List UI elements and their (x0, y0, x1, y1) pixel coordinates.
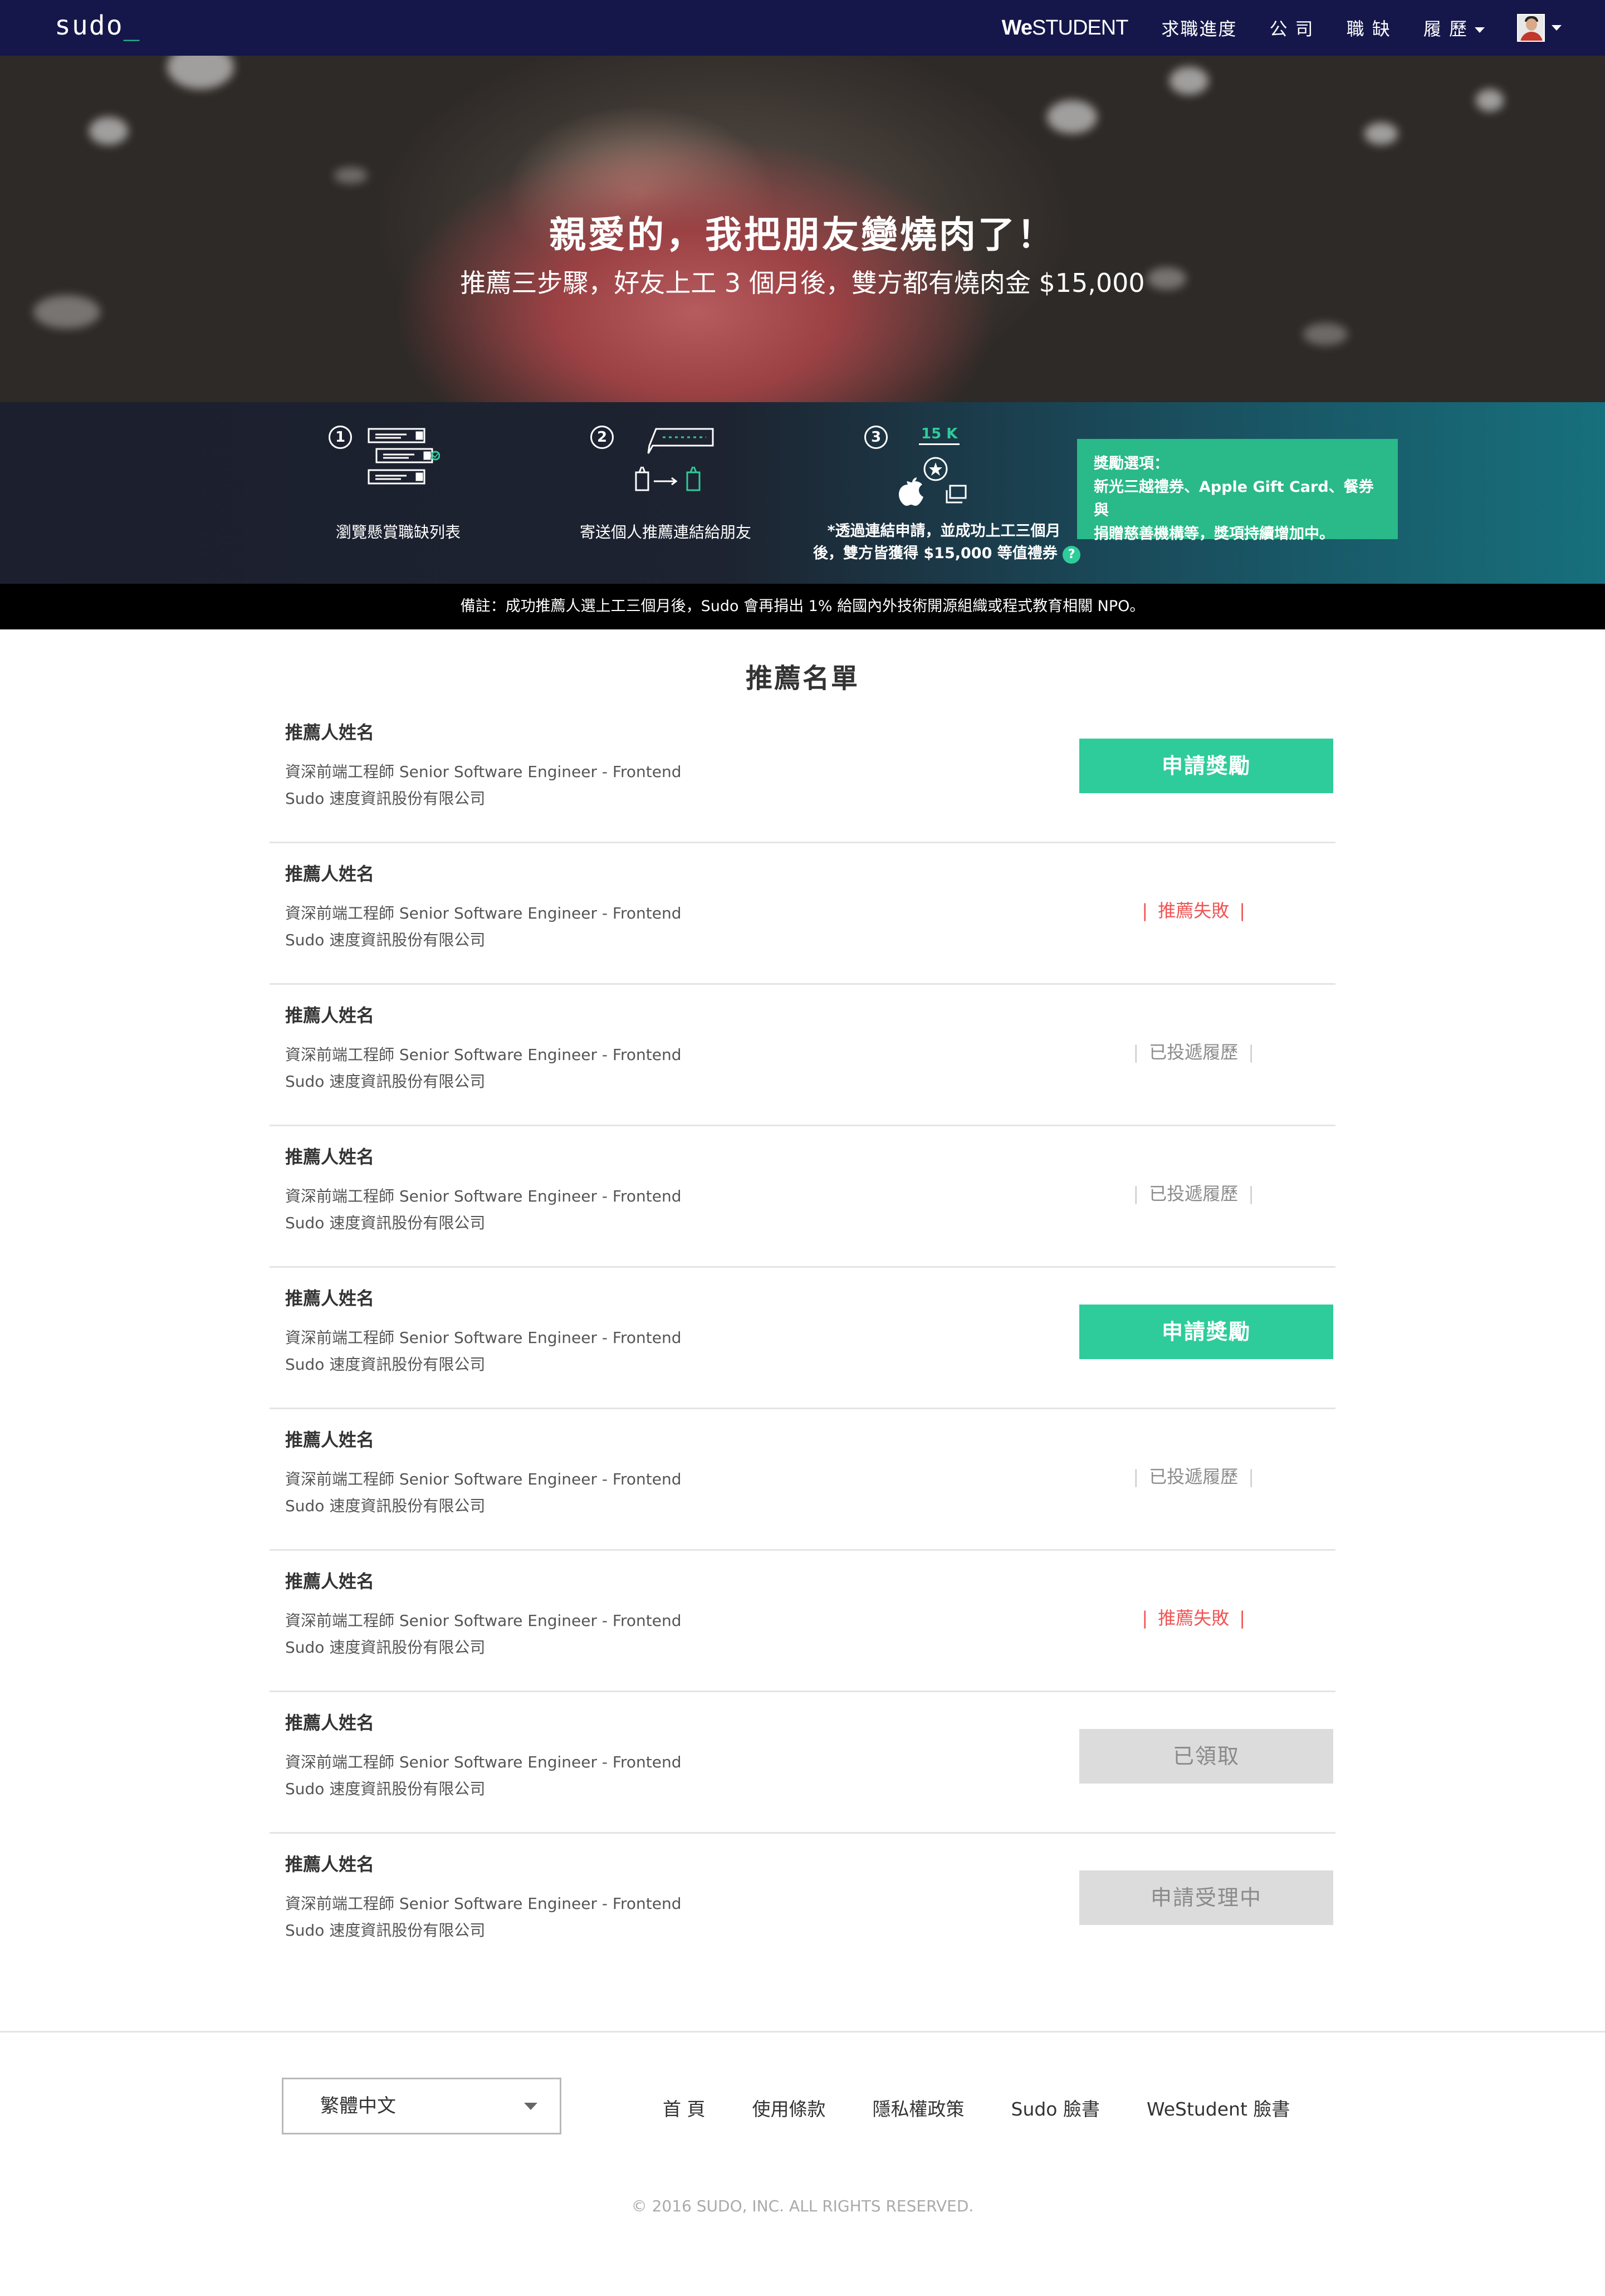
top-navbar: sudo_ WeSTUDENT 求職進度 公 司 職 缺 履 歷 (0, 0, 1605, 56)
list-item: 推薦人姓名 資深前端工程師 Senior Software Engineer -… (270, 1834, 1335, 1975)
share-link-icon (635, 428, 714, 491)
status-badge: | 推薦失敗 | (1142, 1608, 1245, 1629)
steps-band: 1 瀏覽懸賞職缺列表 2 寄送個人推薦連結給朋友 3 15 K *透過連結申請，… (0, 402, 1605, 584)
step-number: 1 (329, 426, 352, 449)
donation-note: 備註：成功推薦人選上工三個月後，Sudo 會再捐出 1% 給國內外技術開源組織或… (0, 584, 1605, 629)
footer-link-sudo-facebook[interactable]: Sudo 臉書 (1011, 2094, 1100, 2121)
job-title: 資深前端工程師 Senior Software Engineer - Front… (285, 1470, 682, 1488)
footer-divider (0, 2031, 1605, 2033)
list-item: 推薦人姓名 資深前端工程師 Senior Software Engineer -… (270, 1268, 1335, 1409)
status-badge: | 已投遞履歷 | (1133, 1466, 1254, 1487)
chevron-down-icon (524, 2103, 537, 2110)
westudent-logo[interactable]: WeSTUDENT (1002, 16, 1129, 40)
job-title: 資深前端工程師 Senior Software Engineer - Front… (285, 1894, 682, 1913)
company-name: Sudo 速度資訊股份有限公司 (285, 1072, 486, 1091)
reward-claimed-button: 已領取 (1079, 1729, 1333, 1784)
referrer-name: 推薦人姓名 (285, 722, 375, 743)
list-item: 推薦人姓名 資深前端工程師 Senior Software Engineer -… (270, 1409, 1335, 1551)
referrer-name: 推薦人姓名 (285, 1146, 375, 1167)
company-name: Sudo 速度資訊股份有限公司 (285, 931, 486, 949)
job-list-icon (368, 428, 440, 485)
avatar (1517, 14, 1545, 42)
step-number: 3 (864, 426, 888, 449)
footer-link-home[interactable]: 首 頁 (663, 2094, 706, 2121)
step-2: 2 寄送個人推薦連結給朋友 (574, 402, 757, 584)
list-item: 推薦人姓名 資深前端工程師 Senior Software Engineer -… (270, 843, 1335, 985)
company-name: Sudo 速度資訊股份有限公司 (285, 1355, 486, 1374)
job-title: 資深前端工程師 Senior Software Engineer - Front… (285, 763, 682, 781)
list-item: 推薦人姓名 資深前端工程師 Senior Software Engineer -… (270, 1692, 1335, 1834)
job-title: 資深前端工程師 Senior Software Engineer - Front… (285, 1046, 682, 1064)
company-name: Sudo 速度資訊股份有限公司 (285, 789, 486, 808)
status-badge: | 已投遞履歷 | (1133, 1042, 1254, 1063)
status-badge: | 推薦失敗 | (1142, 900, 1245, 921)
nav-job-progress[interactable]: 求職進度 (1161, 15, 1237, 41)
list-item: 推薦人姓名 資深前端工程師 Senior Software Engineer -… (270, 985, 1335, 1126)
step-label: 瀏覽懸賞職缺列表 (335, 523, 461, 541)
apply-reward-button[interactable]: 申請獎勵 (1079, 739, 1333, 793)
step-3: 3 15 K *透過連結申請，並成功上工三個月 後，雙方皆獲得 $15,000 … (813, 402, 1081, 584)
referrer-name: 推薦人姓名 (285, 863, 375, 885)
status-badge: | 已投遞履歷 | (1133, 1183, 1254, 1204)
language-select[interactable]: 繁體中文 (282, 2078, 561, 2134)
chevron-down-icon (1552, 25, 1562, 31)
list-item: 推薦人姓名 資深前端工程師 Senior Software Engineer -… (270, 1551, 1335, 1692)
referrer-name: 推薦人姓名 (285, 1288, 375, 1309)
chevron-down-icon (1475, 27, 1485, 33)
step-1: 1 瀏覽懸賞職缺列表 (312, 402, 485, 584)
user-menu[interactable] (1517, 14, 1562, 42)
hero-banner: 親愛的，我把朋友變燒肉了！ 推薦三步驟，好友上工 3 個月後，雙方都有燒肉金 $… (0, 56, 1605, 402)
referrer-name: 推薦人姓名 (285, 1712, 375, 1733)
referrer-name: 推薦人姓名 (285, 1854, 375, 1875)
gift-options-icon (899, 457, 967, 506)
reward-amount-badge: 15 K (919, 426, 960, 445)
footer-links: 首 頁 使用條款 隱私權政策 Sudo 臉書 WeStudent 臉書 (663, 2094, 1337, 2121)
copyright: © 2016 SUDO, INC. ALL RIGHTS RESERVED. (631, 2197, 974, 2215)
list-item: 推薦人姓名 資深前端工程師 Senior Software Engineer -… (270, 1126, 1335, 1268)
nav-jobs[interactable]: 職 缺 (1347, 15, 1391, 41)
nav-company[interactable]: 公 司 (1269, 15, 1314, 41)
company-name: Sudo 速度資訊股份有限公司 (285, 1638, 486, 1657)
company-name: Sudo 速度資訊股份有限公司 (285, 1921, 486, 1940)
step-number: 2 (590, 426, 614, 449)
hero-title: 親愛的，我把朋友變燒肉了！ (549, 213, 1056, 256)
job-title: 資深前端工程師 Senior Software Engineer - Front… (285, 1753, 682, 1771)
referrer-name: 推薦人姓名 (285, 1005, 375, 1026)
referrer-name: 推薦人姓名 (285, 1429, 375, 1450)
sudo-logo[interactable]: sudo_ (55, 10, 141, 41)
application-pending-button: 申請受理中 (1079, 1870, 1333, 1925)
list-item: 推薦人姓名 資深前端工程師 Senior Software Engineer -… (270, 702, 1335, 843)
job-title: 資深前端工程師 Senior Software Engineer - Front… (285, 904, 682, 922)
step-label: *透過連結申請，並成功上工三個月 後，雙方皆獲得 $15,000 等值禮券 ? (813, 520, 1081, 565)
referral-list-title: 推薦名單 (745, 663, 859, 694)
company-name: Sudo 速度資訊股份有限公司 (285, 1780, 486, 1798)
job-title: 資深前端工程師 Senior Software Engineer - Front… (285, 1328, 682, 1347)
referrer-name: 推薦人姓名 (285, 1571, 375, 1592)
company-name: Sudo 速度資訊股份有限公司 (285, 1214, 486, 1232)
hero-subtitle: 推薦三步驟，好友上工 3 個月後，雙方都有燒肉金 $15,000 (460, 268, 1145, 298)
footer-link-terms[interactable]: 使用條款 (752, 2094, 826, 2121)
apply-reward-button[interactable]: 申請獎勵 (1079, 1305, 1333, 1359)
footer-link-westudent-facebook[interactable]: WeStudent 臉書 (1147, 2094, 1290, 2121)
help-icon[interactable]: ? (1063, 546, 1081, 564)
job-title: 資深前端工程師 Senior Software Engineer - Front… (285, 1187, 682, 1205)
job-title: 資深前端工程師 Senior Software Engineer - Front… (285, 1611, 682, 1630)
step-label: 寄送個人推薦連結給朋友 (579, 523, 751, 541)
reward-options-box: 獎勵選項： 新光三越禮券、Apple Gift Card、餐券與 捐贈慈善機構等… (1077, 439, 1398, 543)
company-name: Sudo 速度資訊股份有限公司 (285, 1497, 486, 1515)
footer-link-privacy[interactable]: 隱私權政策 (873, 2094, 965, 2121)
nav-resume-dropdown[interactable]: 履 歷 (1423, 15, 1485, 41)
